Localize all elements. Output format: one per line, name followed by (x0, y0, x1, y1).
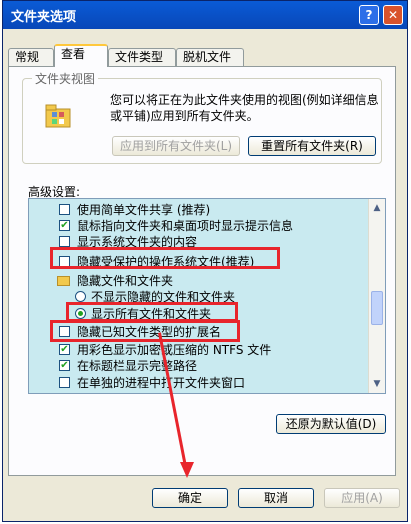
folder-view-description: 您可以将正在为此文件夹使用的视图(例如详细信息或平铺)应用到所有文件夹。 (110, 93, 379, 123)
window-title: 文件夹选项 (11, 10, 77, 25)
tab-view[interactable]: 查看 (54, 44, 108, 67)
apply-button[interactable]: 应用(A) (324, 488, 400, 508)
close-button[interactable]: ✕ (383, 5, 403, 25)
tab-general[interactable]: 常规 (8, 48, 54, 66)
folder-view-label: 文件夹视图 (32, 70, 99, 87)
highlight-box-hide-extensions (50, 320, 240, 342)
checkbox[interactable]: ✔ (59, 344, 70, 355)
checkbox[interactable]: ✔ (59, 220, 70, 231)
checkbox[interactable] (59, 236, 70, 247)
checkbox[interactable]: ✔ (59, 360, 70, 371)
cancel-button[interactable]: 取消 (238, 488, 314, 508)
title-bar[interactable]: 文件夹选项 ? ✕ (3, 1, 407, 29)
highlight-box-show-all-files (66, 302, 238, 322)
restore-defaults-button[interactable]: 还原为默认值(D) (276, 414, 386, 434)
annotation-arrow-head (180, 462, 194, 478)
help-button[interactable]: ? (359, 5, 379, 25)
reset-all-folders-button[interactable]: 重置所有文件夹(R) (248, 136, 376, 156)
tab-offline-files[interactable]: 脱机文件 (176, 48, 244, 66)
ok-button[interactable]: 确定 (152, 488, 228, 508)
checkbox[interactable] (59, 204, 70, 215)
folder-view-icon (45, 104, 71, 128)
tab-file-types[interactable]: 文件类型 (108, 48, 176, 66)
list-scrollbar[interactable]: ▲ ▼ (368, 199, 385, 393)
scroll-thumb[interactable] (371, 291, 383, 325)
highlight-box-protected-files (50, 247, 280, 269)
radio[interactable] (75, 291, 86, 302)
advanced-settings-list[interactable]: 使用简单文件共享 (推荐) ✔ 鼠标指向文件夹和桌面项时显示提示信息 显示系统文… (28, 198, 386, 394)
scroll-up-icon[interactable]: ▲ (370, 201, 384, 215)
scroll-down-icon[interactable]: ▼ (370, 377, 384, 391)
folder-icon (57, 276, 70, 286)
checkbox[interactable] (59, 377, 70, 388)
apply-to-all-folders-button[interactable]: 应用到所有文件夹(L) (112, 136, 240, 156)
